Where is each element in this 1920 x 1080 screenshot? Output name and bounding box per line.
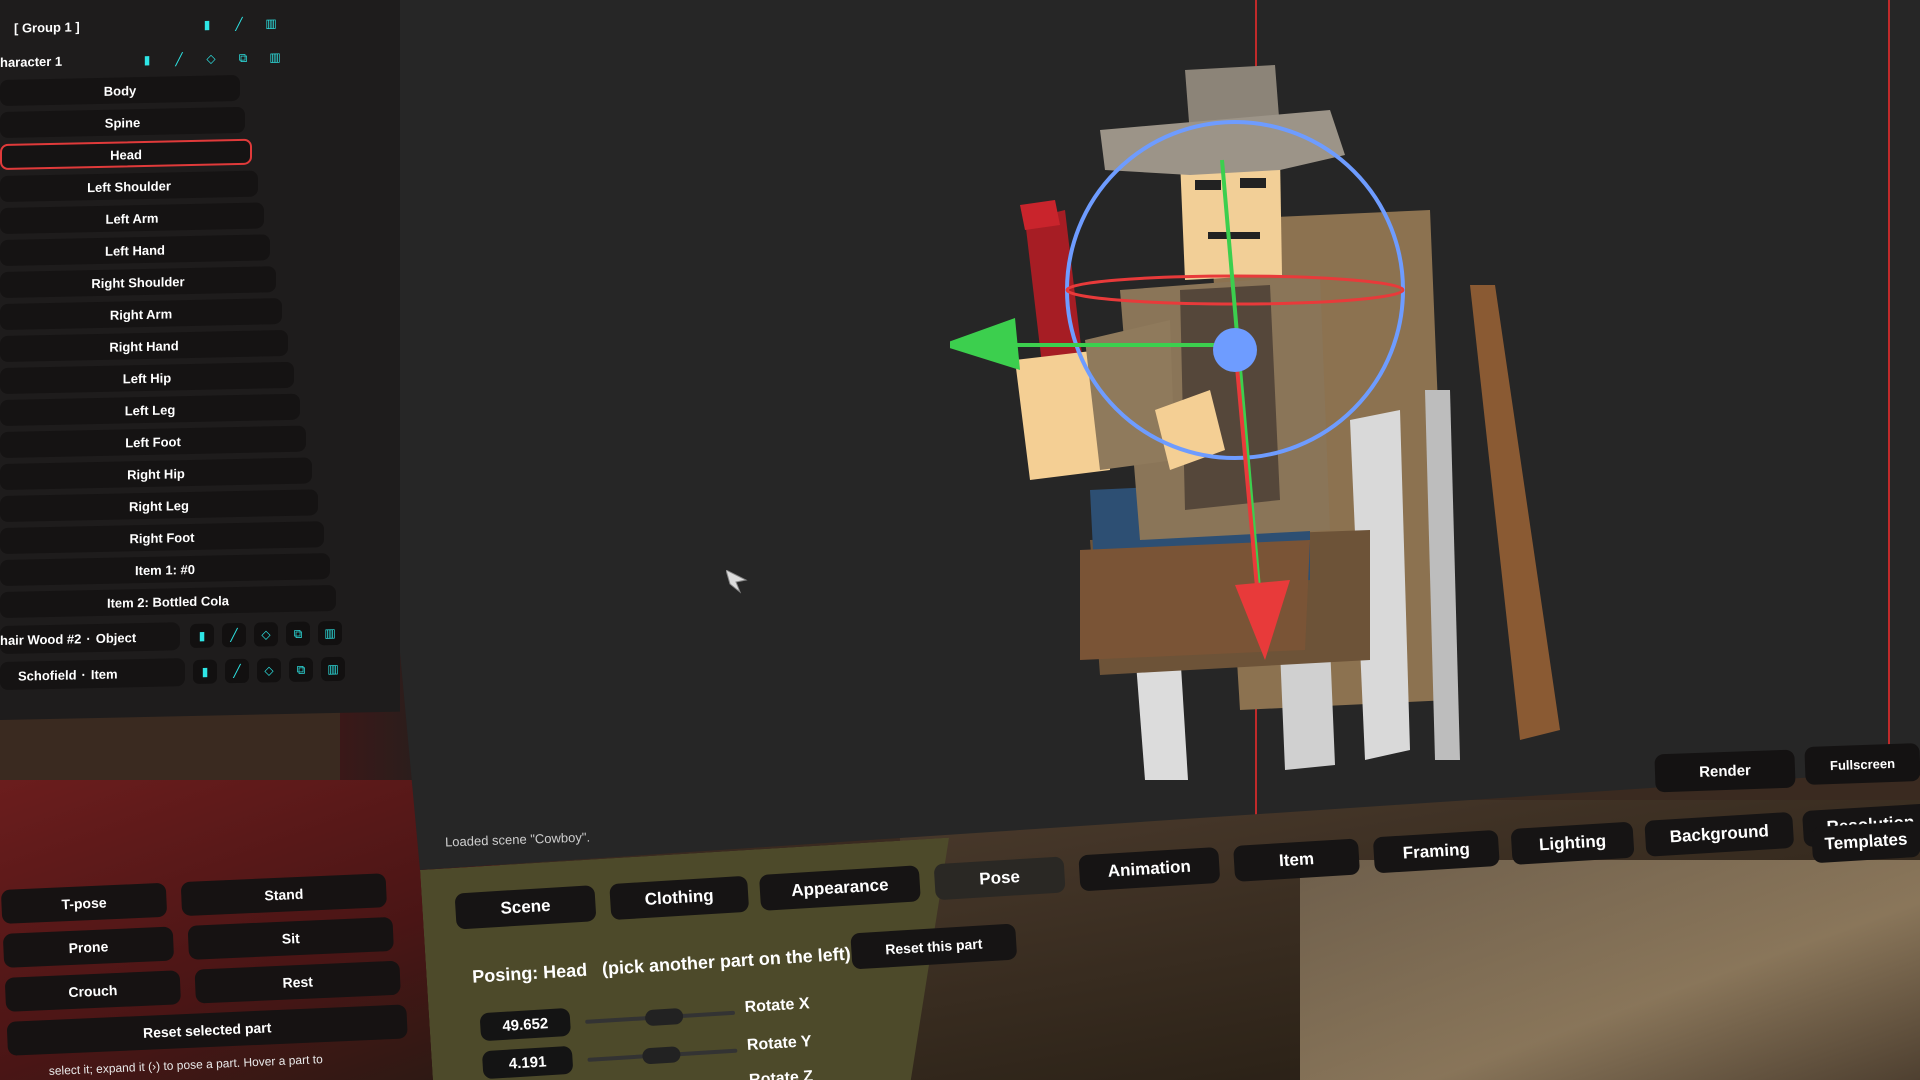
pose-presets: T-pose Stand Prone Sit Crouch Rest Reset… — [0, 852, 419, 1080]
rename-icon[interactable]: ╱ — [172, 52, 186, 66]
eye — [1240, 178, 1266, 188]
rotate-y-value[interactable]: 4.191 — [481, 1045, 574, 1080]
visibility-icon[interactable]: ▮ — [193, 659, 217, 684]
rotate-y-label: Rotate Y — [746, 1033, 813, 1055]
object-separator: · — [81, 666, 86, 682]
rename-icon[interactable]: ╱ — [222, 622, 246, 648]
object-separator: · — [86, 630, 91, 646]
duplicate-icon[interactable]: ⧉ — [236, 51, 250, 65]
duplicate-icon[interactable]: ⧉ — [289, 657, 313, 682]
part-right-arm[interactable]: Right Arm — [0, 298, 282, 330]
rotate-x-value[interactable]: 49.652 — [479, 1007, 572, 1042]
rifle — [1470, 285, 1560, 740]
chair-leg — [1425, 390, 1460, 760]
part-left-leg[interactable]: Left Leg — [0, 393, 300, 426]
rename-icon[interactable]: ╱ — [225, 658, 249, 684]
preset-rest[interactable]: Rest — [194, 960, 401, 1004]
character-figure[interactable] — [950, 60, 1600, 780]
tab-animation[interactable]: Animation — [1078, 846, 1221, 892]
part-left-shoulder[interactable]: Left Shoulder — [0, 170, 258, 202]
mouse-cursor-icon — [726, 570, 748, 594]
part-right-foot[interactable]: Right Foot — [0, 521, 324, 554]
part-left-hand[interactable]: Left Hand — [0, 234, 270, 266]
tab-clothing[interactable]: Clothing — [609, 875, 750, 921]
mouth — [1208, 232, 1260, 239]
character-row[interactable]: haracter 1 — [0, 47, 62, 76]
preset-stand[interactable]: Stand — [180, 873, 387, 917]
delete-icon[interactable]: ▥ — [318, 620, 342, 646]
tab-lighting[interactable]: Lighting — [1510, 821, 1635, 865]
tab-framing[interactable]: Framing — [1372, 829, 1500, 874]
tab-scene[interactable]: Scene — [454, 885, 597, 930]
visibility-icon[interactable]: ▮ — [190, 623, 214, 649]
eye — [1195, 180, 1221, 190]
part-body[interactable]: Body — [0, 74, 240, 106]
part-item-1[interactable]: Item 1: #0 — [0, 553, 330, 586]
rotate-x-slider-knob[interactable] — [644, 1007, 684, 1027]
gizmo-center — [1213, 328, 1257, 372]
rotate-y-slider-knob[interactable] — [641, 1046, 681, 1065]
reset-selected-part-button[interactable]: Reset selected part — [6, 1004, 408, 1056]
visibility-icon[interactable]: ▮ — [200, 18, 214, 32]
visibility-icon[interactable]: ▮ — [140, 53, 154, 67]
preset-crouch[interactable]: Crouch — [4, 970, 182, 1012]
tab-item[interactable]: Item — [1233, 838, 1361, 882]
delete-icon[interactable]: ▥ — [321, 656, 345, 682]
group-label: [ Group 1 ] — [14, 18, 80, 36]
object-row-chair[interactable]: hair Wood #2 · Object — [0, 622, 180, 654]
gizmo-arrow-green — [950, 318, 1020, 370]
object-type: Object — [95, 629, 137, 646]
preset-sit[interactable]: Sit — [187, 916, 394, 960]
reset-part-button[interactable]: Reset this part — [850, 923, 1018, 970]
focus-icon[interactable]: ◇ — [254, 622, 278, 647]
object-name: Schofield — [18, 666, 77, 684]
tab-pose[interactable]: Pose — [933, 856, 1066, 901]
object-row-schofield[interactable]: Schofield · Item — [0, 658, 185, 690]
group-row[interactable]: [ Group 1 ] — [14, 12, 80, 41]
part-item-2[interactable]: Item 2: Bottled Cola — [0, 584, 336, 618]
rotate-x-label: Rotate X — [744, 995, 810, 1017]
object-type: Item — [90, 666, 118, 682]
preset-t-pose[interactable]: T-pose — [0, 882, 168, 924]
tab-background[interactable]: Background — [1644, 811, 1795, 857]
preset-prone[interactable]: Prone — [2, 926, 175, 968]
delete-icon[interactable]: ▥ — [268, 50, 282, 64]
rotate-z-label: Rotate Z — [748, 1068, 814, 1080]
posing-label: Posing: Head — [471, 959, 588, 987]
part-left-foot[interactable]: Left Foot — [0, 425, 306, 458]
focus-icon[interactable]: ◇ — [204, 51, 218, 65]
posing-hint: (pick another part on the left) — [601, 943, 852, 979]
part-right-shoulder[interactable]: Right Shoulder — [0, 266, 276, 298]
part-right-hand[interactable]: Right Hand — [0, 329, 288, 362]
duplicate-icon[interactable]: ⧉ — [286, 621, 310, 647]
part-left-hip[interactable]: Left Hip — [0, 361, 294, 394]
part-right-hip[interactable]: Right Hip — [0, 457, 312, 490]
focus-icon[interactable]: ◇ — [257, 658, 281, 683]
delete-icon[interactable]: ▥ — [264, 16, 278, 30]
character-label: haracter 1 — [0, 53, 63, 70]
part-right-leg[interactable]: Right Leg — [0, 489, 318, 522]
tab-templates[interactable]: Templates — [1811, 820, 1920, 864]
tab-appearance[interactable]: Appearance — [758, 865, 921, 911]
part-left-arm[interactable]: Left Arm — [0, 202, 264, 234]
part-head[interactable]: Head — [0, 138, 252, 170]
part-spine[interactable]: Spine — [0, 106, 245, 138]
rename-icon[interactable]: ╱ — [232, 17, 246, 31]
cola-cap — [1020, 200, 1060, 230]
arm — [1085, 320, 1175, 470]
outliner-panel: [ Group 1 ] ▮ ╱ ▥ haracter 1 ▮ ╱ ◇ ⧉ ▥ B… — [0, 0, 400, 720]
object-name: hair Wood #2 — [0, 630, 82, 648]
